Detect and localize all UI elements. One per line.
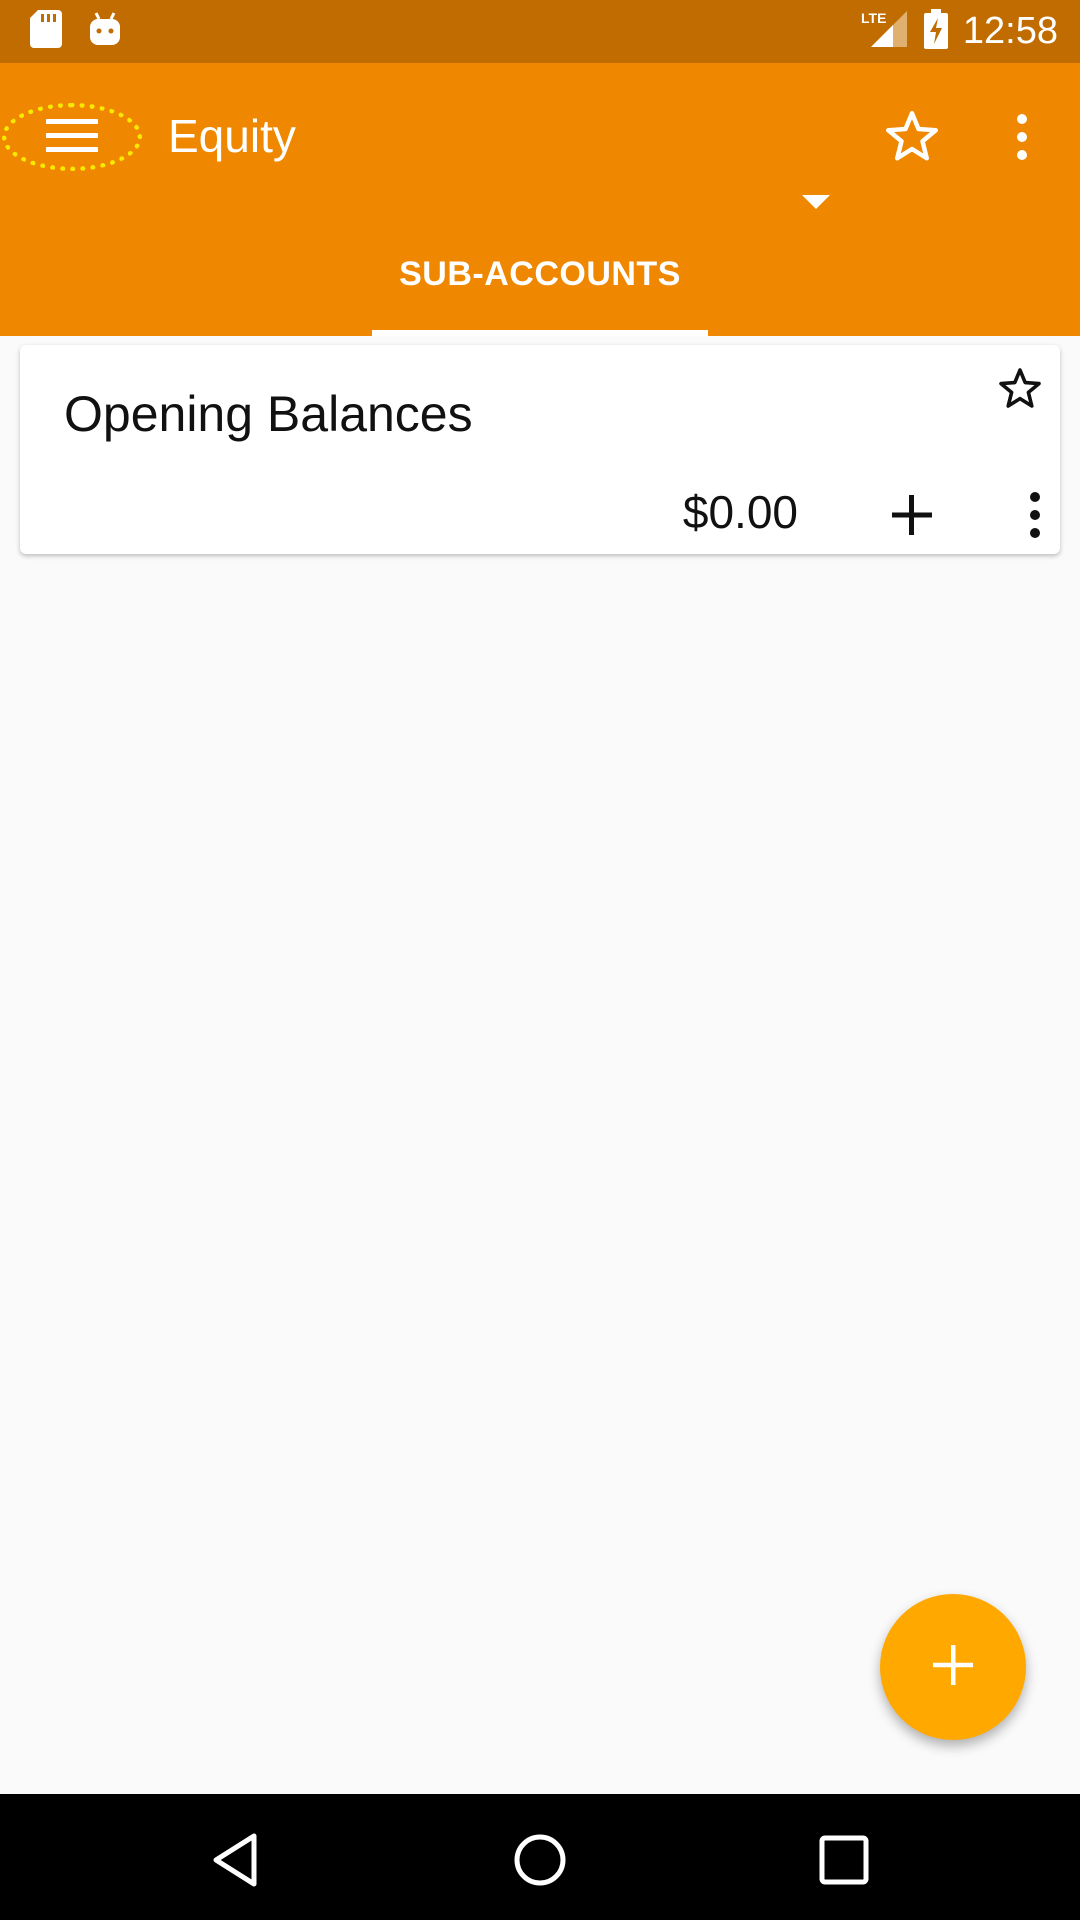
status-bar: LTE 12:58 — [0, 0, 1080, 63]
tab-label: SUB-ACCOUNTS — [399, 255, 681, 293]
recents-icon[interactable] — [814, 1830, 874, 1890]
menu-button[interactable] — [2, 103, 142, 171]
menu-icon — [46, 115, 98, 160]
favorite-star-icon[interactable] — [996, 365, 1044, 413]
toolbar: Equity — [0, 63, 1080, 211]
card-more-vert-icon[interactable] — [1020, 485, 1050, 545]
account-card[interactable]: Opening Balances $0.00 — [20, 345, 1060, 554]
navigation-bar — [0, 1794, 1080, 1920]
tab-sub-accounts[interactable]: SUB-ACCOUNTS — [372, 233, 708, 336]
android-icon — [88, 11, 122, 52]
battery-charging-icon — [923, 9, 949, 54]
dropdown-icon[interactable] — [802, 195, 830, 209]
tab-indicator — [372, 330, 708, 336]
account-balance: $0.00 — [682, 486, 798, 538]
app-bar: Equity SUB-ACCOUNTS — [0, 63, 1080, 336]
add-icon — [931, 1643, 975, 1692]
network-label: LTE — [861, 10, 886, 26]
back-icon[interactable] — [206, 1830, 266, 1890]
home-icon[interactable] — [510, 1830, 570, 1890]
more-vert-icon[interactable] — [1000, 107, 1044, 167]
add-transaction-icon[interactable] — [882, 485, 942, 545]
star-outline-icon[interactable] — [882, 107, 942, 167]
page-title[interactable]: Equity — [168, 109, 296, 163]
lte-signal-icon: LTE — [859, 9, 909, 54]
account-name: Opening Balances — [64, 386, 473, 442]
status-clock: 12:58 — [962, 10, 1058, 52]
sd-card-icon — [30, 10, 62, 53]
add-account-fab[interactable] — [880, 1594, 1026, 1740]
